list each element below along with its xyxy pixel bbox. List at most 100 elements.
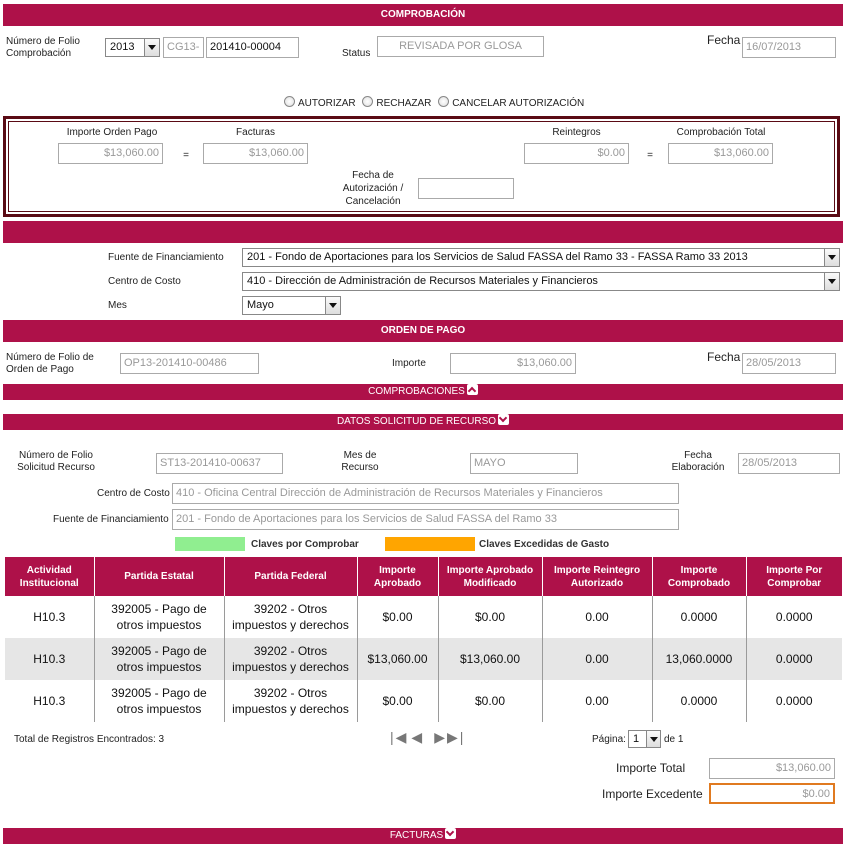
radio-icon[interactable] <box>362 96 374 107</box>
column-header[interactable]: Importe Reintegro Autorizado <box>542 557 653 596</box>
page-select[interactable]: 1 <box>628 730 661 748</box>
mes-select-value: Mayo <box>247 299 274 311</box>
pagina-label: Página: <box>592 734 626 745</box>
radio-rechazar[interactable]: RECHAZAR <box>362 96 432 109</box>
column-header[interactable]: Partida Federal <box>224 557 358 596</box>
de-label: de 1 <box>664 734 684 745</box>
fecha-elaboracion-field: 28/05/2013 <box>738 453 840 474</box>
table-cell: 0.00 <box>542 638 653 680</box>
folio-number-field[interactable]: 201410-00004 <box>206 37 299 58</box>
radio-icon[interactable] <box>438 96 450 107</box>
chevron-down-icon[interactable] <box>824 249 839 266</box>
legend-green-label: Claves por Comprobar <box>251 539 359 550</box>
centro-select[interactable]: 410 - Dirección de Administración de Rec… <box>242 272 840 291</box>
fuente-solicitud-field: 201 - Fondo de Aportaciones para los Ser… <box>172 509 679 530</box>
orden-pago-header: ORDEN DE PAGO <box>3 320 843 342</box>
fuente-select-value: 201 - Fondo de Aportaciones para los Ser… <box>247 251 748 263</box>
importe-excedente-field: $0.00 <box>709 783 835 804</box>
fuente-label: Fuente de Financiamiento <box>108 252 224 263</box>
last-page-icon[interactable]: ▶| <box>447 729 465 745</box>
fuente-select[interactable]: 201 - Fondo de Aportaciones para los Ser… <box>242 248 840 267</box>
importe-orden-field: $13,060.00 <box>58 143 163 164</box>
folio-year-select[interactable]: 2013 <box>105 38 160 57</box>
importe-total-label: Importe Total <box>616 761 686 775</box>
column-header[interactable]: Importe Aprobado Modificado <box>438 557 543 596</box>
table-header-row: Actividad Institucional Partida Estatal … <box>5 557 842 596</box>
table-cell: 13,060.0000 <box>652 638 747 680</box>
comprobaciones-title: COMPROBACIONES <box>368 386 465 397</box>
expand-down-icon[interactable] <box>445 828 457 839</box>
comprobaciones-header[interactable]: COMPROBACIONES <box>3 384 843 400</box>
status-field: REVISADA POR GLOSA <box>377 36 544 57</box>
mes-recurso-label: Mes de Recurso <box>341 450 379 473</box>
centro-solicitud-label: Centro de Costo <box>97 488 170 499</box>
radio-autorizar[interactable]: AUTORIZAR <box>284 96 356 109</box>
folio-orden-field: OP13-201410-00486 <box>120 353 259 374</box>
importe-excedente-label: Importe Excedente <box>602 787 703 801</box>
table-cell: 39202 - Otros impuestos y derechos <box>224 680 358 722</box>
table-cell: $0.00 <box>357 596 439 638</box>
importe-orden-pago-label: Importe <box>392 358 426 369</box>
comprobacion-total-label: Comprobación Total <box>676 127 766 138</box>
facturas-header[interactable]: FACTURAS <box>3 828 843 844</box>
claves-table: Actividad Institucional Partida Estatal … <box>5 557 842 722</box>
fecha-label: Fecha <box>707 33 741 47</box>
table-cell: $13,060.00 <box>357 638 439 680</box>
equals-sign: = <box>183 150 189 161</box>
table-cell: $0.00 <box>438 596 543 638</box>
column-header[interactable]: Partida Estatal <box>94 557 225 596</box>
mes-select[interactable]: Mayo <box>242 296 341 315</box>
table-row[interactable]: H10.3 392005 - Pago de otros impuestos 3… <box>5 638 842 680</box>
folio-prefix-field: CG13- <box>163 37 204 58</box>
radio-icon[interactable] <box>284 96 295 107</box>
table-cell: H10.3 <box>5 638 95 680</box>
solicitud-header[interactable]: DATOS SOLICITUD DE RECURSO <box>3 414 843 430</box>
table-cell: 39202 - Otros impuestos y derechos <box>224 596 358 638</box>
chevron-down-icon[interactable] <box>144 39 159 56</box>
column-header[interactable]: Importe Por Comprobar <box>746 557 842 596</box>
first-page-icon[interactable]: |◀ <box>390 729 408 745</box>
chevron-down-icon[interactable] <box>824 273 839 290</box>
table-row[interactable]: H10.3 392005 - Pago de otros impuestos 3… <box>5 680 842 722</box>
fecha-elaboracion-label: Fecha Elaboración <box>671 450 725 473</box>
folio-year-value: 2013 <box>110 41 135 53</box>
centro-label: Centro de Costo <box>108 276 181 287</box>
orden-pago-title: ORDEN DE PAGO <box>380 325 466 336</box>
table-cell: $0.00 <box>438 680 543 722</box>
column-header[interactable]: Importe Comprobado <box>652 557 747 596</box>
mes-label: Mes <box>108 300 127 311</box>
radio-cancelar[interactable]: CANCELAR AUTORIZACIÓN <box>438 96 584 109</box>
next-page-icon[interactable]: ▶ <box>434 729 447 745</box>
chevron-down-icon[interactable] <box>646 731 660 747</box>
expand-down-icon[interactable] <box>498 414 510 425</box>
table-cell: H10.3 <box>5 596 95 638</box>
reintegros-field: $0.00 <box>524 143 629 164</box>
table-cell: $13,060.00 <box>438 638 543 680</box>
folio-solicitud-field: ST13-201410-00637 <box>156 453 283 474</box>
chevron-down-icon[interactable] <box>325 297 340 314</box>
radio-group: AUTORIZAR RECHAZAR CANCELAR AUTORIZACIÓN <box>284 96 584 109</box>
radio-autorizar-label: AUTORIZAR <box>298 98 356 109</box>
folio-orden-label: Número de Folio de Orden de Pago <box>6 352 94 375</box>
total-registros-label: Total de Registros Encontrados: 3 <box>14 734 165 745</box>
fecha-field: 16/07/2013 <box>742 37 836 58</box>
collapse-up-icon[interactable] <box>466 384 478 395</box>
comprobacion-header: COMPROBACIÓN <box>3 4 843 26</box>
fecha-autorizacion-field[interactable] <box>418 178 514 199</box>
fecha-autorizacion-label: Fecha de Autorización / Cancelación <box>342 170 404 207</box>
table-cell: 0.0000 <box>746 596 842 638</box>
status-label: Status <box>342 48 371 59</box>
importe-orden-pago-field: $13,060.00 <box>450 353 576 374</box>
column-header[interactable]: Actividad Institucional <box>5 557 95 596</box>
table-row[interactable]: H10.3 392005 - Pago de otros impuestos 3… <box>5 596 842 638</box>
radio-rechazar-label: RECHAZAR <box>376 98 432 109</box>
legend-orange-label: Claves Excedidas de Gasto <box>479 539 610 550</box>
solicitud-title: DATOS SOLICITUD DE RECURSO <box>336 416 497 427</box>
legend-green-swatch <box>175 537 245 551</box>
column-header[interactable]: Importe Aprobado <box>357 557 439 596</box>
page-select-value: 1 <box>633 733 640 745</box>
comprobacion-title: COMPROBACIÓN <box>380 9 466 20</box>
table-cell: 0.0000 <box>652 596 747 638</box>
filters-header <box>3 221 843 243</box>
prev-page-icon[interactable]: ◀ <box>411 729 424 745</box>
